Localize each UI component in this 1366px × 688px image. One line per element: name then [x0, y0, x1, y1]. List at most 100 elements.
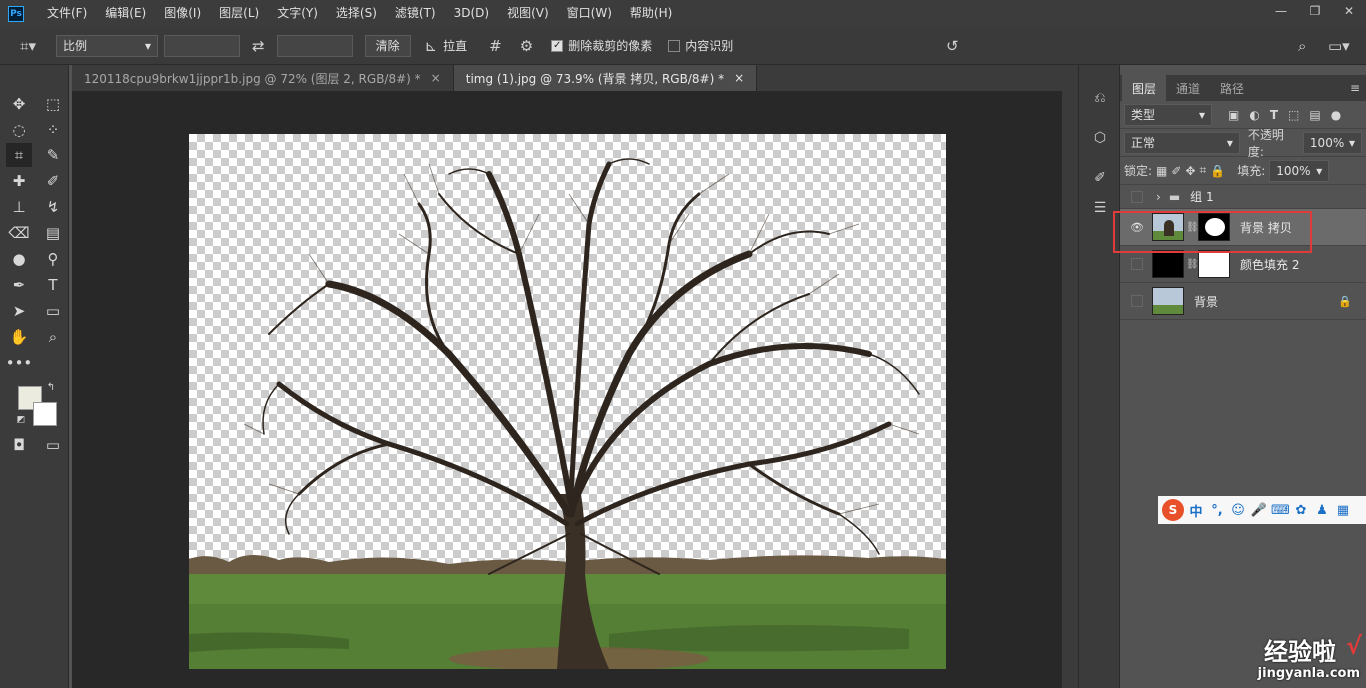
menu-layer[interactable]: 图层(L): [210, 0, 268, 27]
minimize-button[interactable]: —: [1264, 0, 1298, 22]
gradient-tool-icon[interactable]: ▤: [40, 221, 66, 245]
restore-button[interactable]: ❐: [1298, 0, 1332, 22]
panel-menu-icon[interactable]: ≡: [1344, 81, 1366, 101]
straighten-icon[interactable]: ⊾: [419, 37, 444, 55]
crop-tool-preset-icon[interactable]: ⌗▾: [14, 37, 42, 55]
tab-document-2[interactable]: timg (1).jpg @ 73.9% (背景 拷贝, RGB/8#) * ×: [453, 65, 758, 91]
microphone-icon[interactable]: 🎤: [1250, 503, 1268, 518]
punctuation-icon[interactable]: °,: [1208, 503, 1226, 518]
smart-object-filter-icon[interactable]: ▤: [1309, 108, 1320, 122]
lock-pixels-icon[interactable]: ✐: [1171, 164, 1181, 178]
toolbox-icon[interactable]: ✿: [1292, 503, 1310, 518]
marquee-tool-icon[interactable]: ⬚: [40, 92, 66, 116]
hand-tool-icon[interactable]: ✋: [6, 325, 32, 349]
blur-tool-icon[interactable]: ●: [6, 247, 32, 271]
menu-view[interactable]: 视图(V): [498, 0, 558, 27]
layer-filter-select[interactable]: 类型 ▾: [1124, 103, 1212, 126]
eraser-tool-icon[interactable]: ⌫: [6, 221, 32, 245]
eyedropper-tool-icon[interactable]: ✎: [40, 143, 66, 167]
swap-icon[interactable]: ⇄: [246, 37, 271, 55]
opacity-field[interactable]: 100% ▾: [1302, 131, 1362, 154]
tab-channels[interactable]: 通道: [1166, 75, 1210, 101]
background-color-swatch[interactable]: [33, 402, 57, 426]
gear-icon[interactable]: ⚙: [514, 37, 539, 55]
shape-filter-icon[interactable]: ⬚: [1288, 108, 1299, 122]
search-icon[interactable]: ⌕: [1292, 37, 1312, 55]
healing-brush-tool-icon[interactable]: ✚: [6, 169, 32, 193]
ime-language-label[interactable]: 中: [1187, 501, 1205, 520]
delete-cropped-checkbox[interactable]: ✓ 删除裁剪的像素: [551, 37, 652, 54]
filter-toggle-icon[interactable]: ●: [1331, 108, 1341, 122]
chevron-right-icon[interactable]: ›: [1156, 190, 1161, 204]
menu-filter[interactable]: 滤镜(T): [386, 0, 445, 27]
type-filter-icon[interactable]: T: [1270, 108, 1278, 122]
canvas-area[interactable]: [72, 91, 1062, 688]
brush-tool-icon[interactable]: ✐: [40, 169, 66, 193]
lock-transparent-icon[interactable]: ▦: [1156, 164, 1167, 178]
clone-stamp-tool-icon[interactable]: ⊥: [6, 195, 32, 219]
path-select-tool-icon[interactable]: ➤: [6, 299, 32, 323]
menu-file[interactable]: 文件(F): [38, 0, 96, 27]
history-panel-icon[interactable]: ⎌: [1089, 87, 1111, 109]
quick-select-tool-icon[interactable]: ⁘: [40, 118, 66, 142]
swap-colors-icon[interactable]: ↰: [44, 380, 58, 394]
menu-3d[interactable]: 3D(D): [445, 0, 498, 27]
menu-image[interactable]: 图像(I): [155, 0, 210, 27]
content-aware-checkbox[interactable]: 内容识别: [668, 37, 733, 54]
pen-tool-icon[interactable]: ✒: [6, 273, 32, 297]
width-field[interactable]: [163, 34, 240, 57]
emoji-icon[interactable]: ☺: [1229, 503, 1247, 518]
tab-document-1[interactable]: 120118cpu9brkw1jjppr1b.jpg @ 72% (图层 2, …: [72, 65, 454, 91]
lasso-tool-icon[interactable]: ◌: [6, 118, 32, 142]
layer-row-group[interactable]: › ▬ 组 1: [1120, 185, 1366, 209]
menu-type[interactable]: 文字(Y): [268, 0, 327, 27]
default-colors-icon[interactable]: ◩: [14, 413, 28, 427]
crop-tool-icon[interactable]: ⌗: [6, 143, 32, 167]
lock-position-icon[interactable]: ✥: [1185, 164, 1195, 178]
more-tools-icon[interactable]: •••: [6, 351, 33, 375]
lock-artboard-icon[interactable]: ⌗: [1200, 163, 1207, 178]
reset-icon[interactable]: ↺: [940, 37, 965, 55]
overlay-grid-icon[interactable]: #: [483, 37, 508, 55]
link-icon[interactable]: ⛓: [1186, 259, 1199, 270]
zoom-tool-icon[interactable]: ⌕: [40, 325, 66, 349]
layer-row-background[interactable]: 背景 🔒: [1120, 283, 1366, 320]
clear-button[interactable]: 清除: [364, 34, 411, 57]
close-icon[interactable]: ×: [431, 71, 441, 85]
move-tool-icon[interactable]: ✥: [6, 92, 32, 116]
visibility-toggle[interactable]: [1131, 190, 1143, 203]
document-canvas[interactable]: [189, 134, 946, 669]
skin-icon[interactable]: ♟: [1313, 503, 1331, 518]
tab-paths[interactable]: 路径: [1210, 75, 1254, 101]
quick-mask-icon[interactable]: ◘: [6, 433, 32, 457]
close-icon[interactable]: ×: [734, 71, 744, 85]
visibility-toggle[interactable]: [1131, 258, 1143, 270]
ratio-select[interactable]: 比例 ▾: [55, 34, 158, 57]
visibility-toggle[interactable]: [1131, 295, 1143, 307]
screen-mode-icon[interactable]: ▭: [40, 433, 66, 457]
adjustments-icon[interactable]: ☰: [1089, 197, 1111, 219]
keyboard-icon[interactable]: ⌨: [1271, 503, 1290, 518]
adjustment-filter-icon[interactable]: ◐: [1249, 108, 1259, 122]
straighten-button[interactable]: 拉直: [443, 37, 467, 54]
pixel-filter-icon[interactable]: ▣: [1228, 108, 1239, 122]
dodge-tool-icon[interactable]: ⚲: [40, 247, 66, 271]
3d-panel-icon[interactable]: ⬡: [1089, 127, 1111, 149]
lock-all-icon[interactable]: 🔒: [1210, 164, 1225, 178]
height-field[interactable]: [276, 34, 353, 57]
menu-window[interactable]: 窗口(W): [558, 0, 621, 27]
layer-mask-thumbnail[interactable]: [1198, 250, 1230, 278]
grid-icon[interactable]: ▦: [1334, 503, 1352, 518]
rectangle-tool-icon[interactable]: ▭: [40, 299, 66, 323]
menu-edit[interactable]: 编辑(E): [96, 0, 155, 27]
history-brush-tool-icon[interactable]: ↯: [40, 195, 66, 219]
blend-mode-select[interactable]: 正常 ▾: [1124, 131, 1240, 154]
workspace-icon[interactable]: ▭▾: [1322, 37, 1356, 55]
fill-field[interactable]: 100% ▾: [1269, 159, 1330, 182]
tab-layers[interactable]: 图层: [1122, 75, 1167, 101]
close-window-button[interactable]: ✕: [1332, 0, 1366, 22]
menu-select[interactable]: 选择(S): [327, 0, 386, 27]
brush-settings-icon[interactable]: ✐: [1089, 167, 1111, 189]
sogou-logo-icon[interactable]: S: [1162, 499, 1184, 521]
type-tool-icon[interactable]: T: [40, 273, 66, 297]
